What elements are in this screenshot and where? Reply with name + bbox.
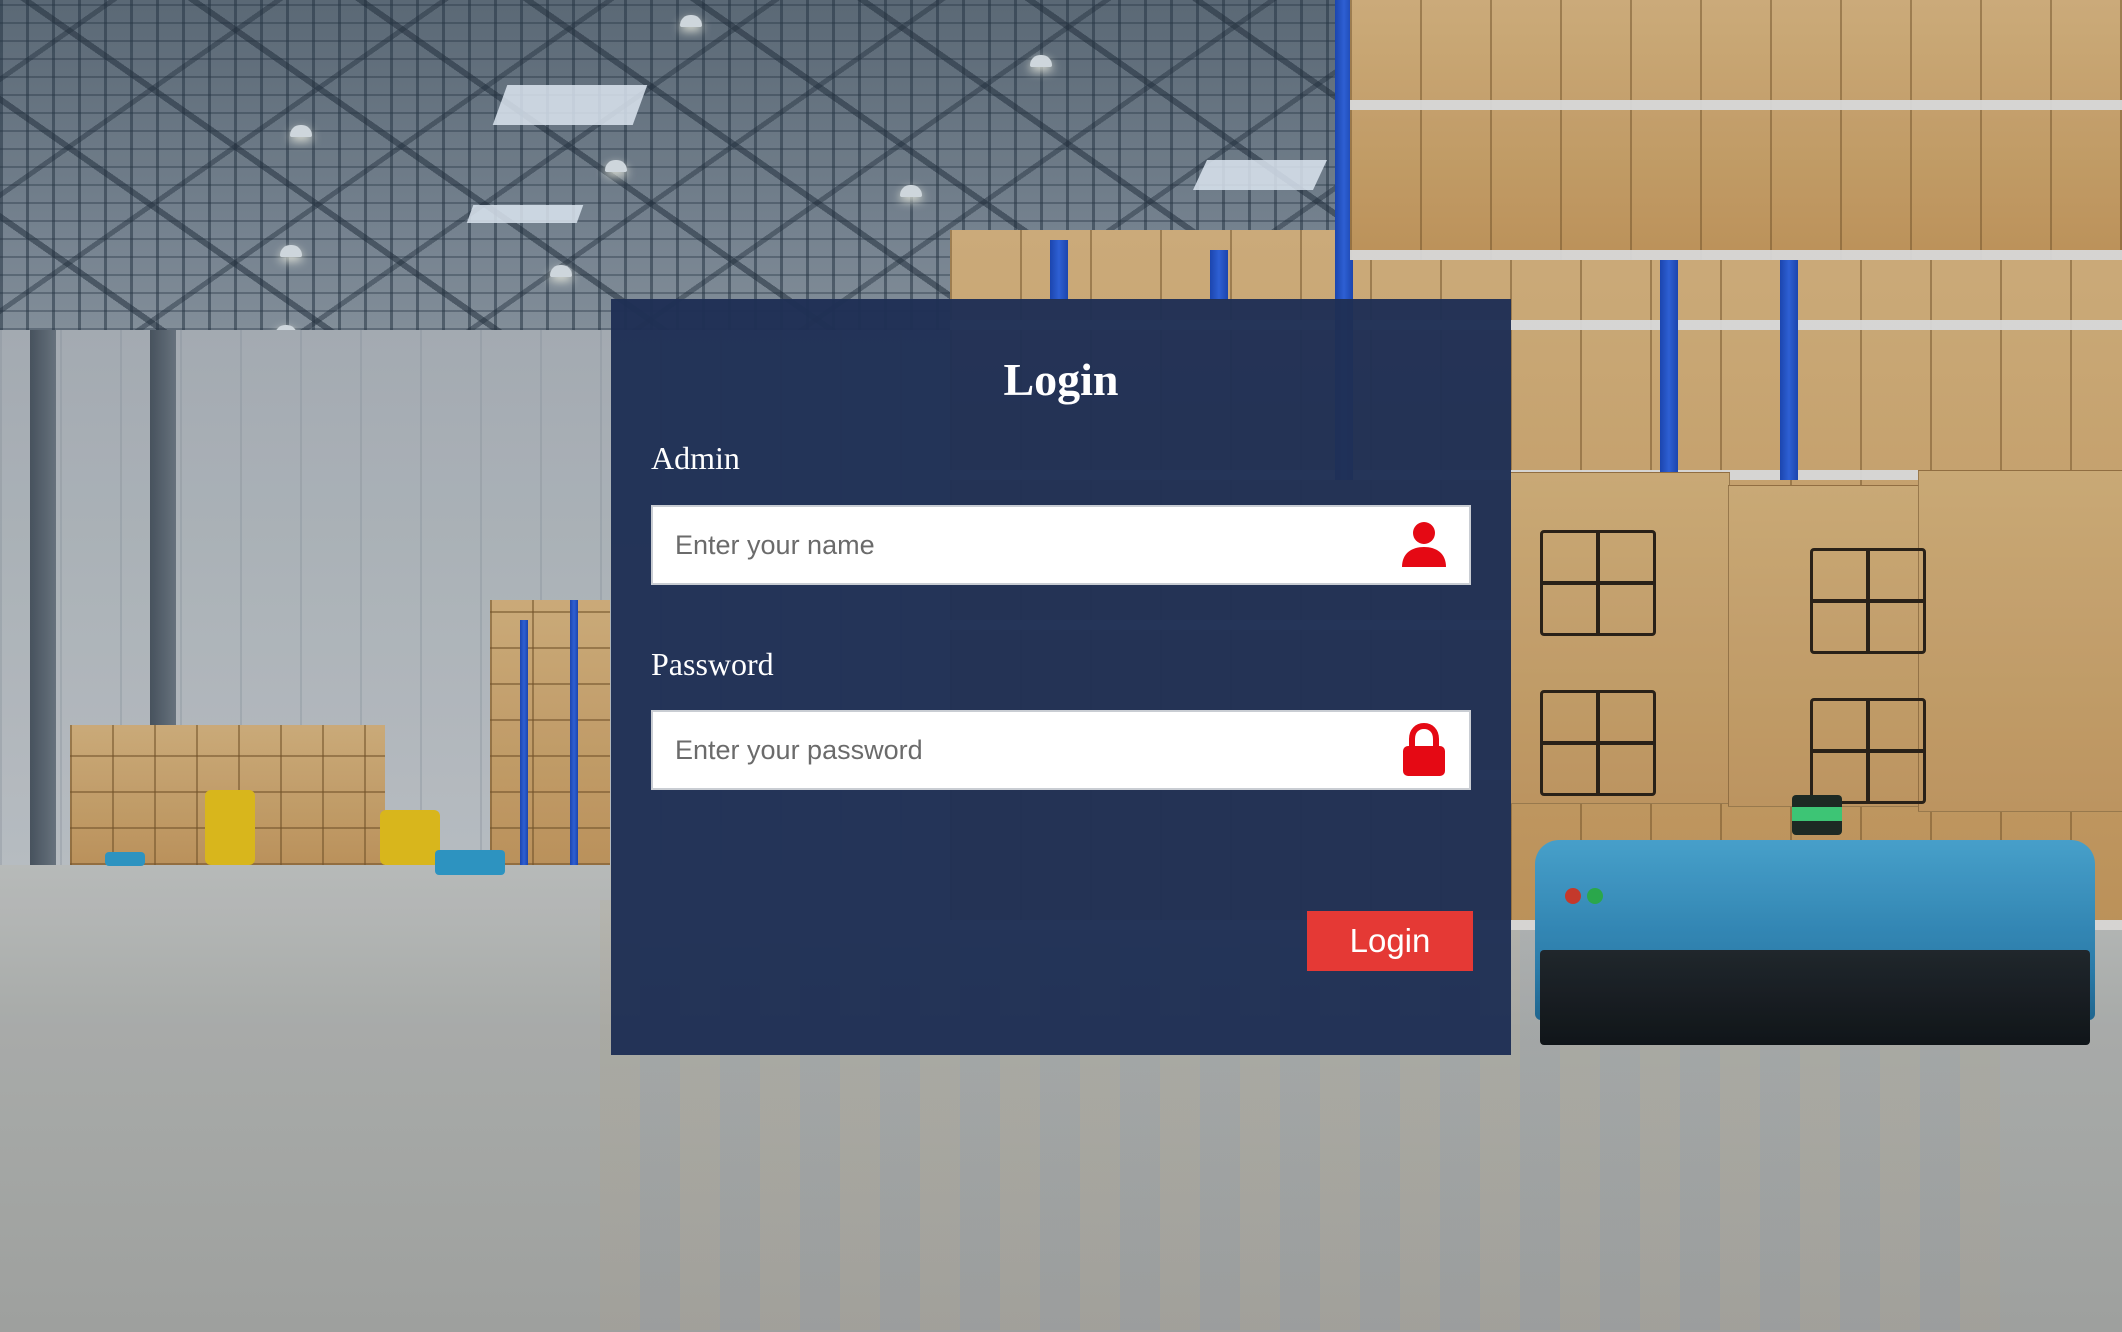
login-panel: Login Admin Password Login [611,299,1511,1055]
password-field-container [651,710,1471,790]
password-input[interactable] [653,712,1393,788]
lock-icon [1403,722,1445,776]
admin-label: Admin [651,440,740,476]
name-input[interactable] [653,507,1393,583]
password-label: Password [651,646,774,682]
name-field-container [651,505,1471,585]
page-title: Login [1003,354,1119,405]
login-button[interactable]: Login [1307,911,1473,971]
user-icon [1402,522,1446,567]
